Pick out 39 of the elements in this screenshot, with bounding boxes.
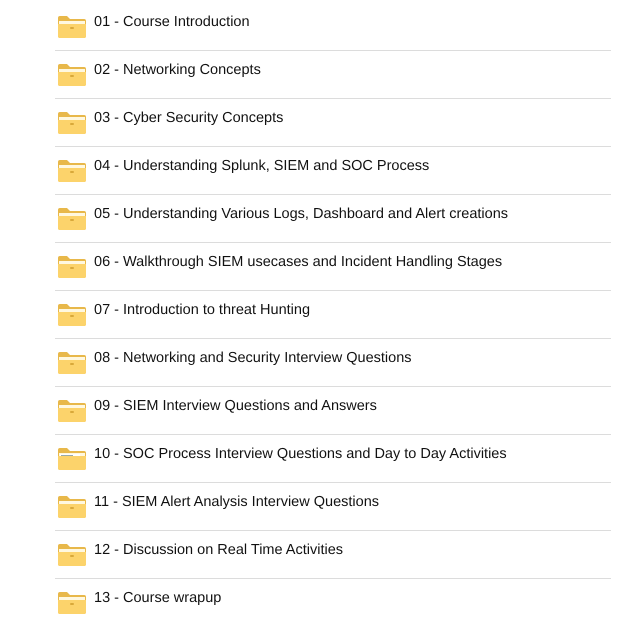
folder-icon: [57, 63, 87, 87]
folder-name: 11 - SIEM Alert Analysis Interview Questions: [94, 493, 380, 511]
folder-row[interactable]: 09 - SIEM Interview Questions and Answers: [55, 387, 611, 435]
folder-name: 02 - Networking Concepts: [94, 61, 261, 79]
folder-icon: [57, 111, 87, 135]
folder-name: 05 - Understanding Various Logs, Dashboard and Alert creations: [94, 205, 508, 223]
folder-name: 13 - Course wrapup: [94, 589, 222, 607]
folder-row[interactable]: 06 - Walkthrough SIEM usecases and Incident Handling Stages: [55, 243, 611, 291]
folder-name: 04 - Understanding Splunk, SIEM and SOC Process: [94, 157, 430, 175]
folder-row[interactable]: 05 - Understanding Various Logs, Dashboard and Alert creations: [55, 195, 611, 243]
folder-icon: [57, 15, 87, 39]
folder-icon: [57, 207, 87, 231]
folder-row[interactable]: 10 - SOC Process Interview Questions and Day to Day Activities: [55, 435, 611, 483]
folder-icon: [57, 303, 87, 327]
folder-row[interactable]: 12 - Discussion on Real Time Activities: [55, 531, 611, 579]
folder-icon: [57, 399, 87, 423]
folder-row[interactable]: 08 - Networking and Security Interview Questions: [55, 339, 611, 387]
folder-icon: [57, 543, 87, 567]
folder-name: 07 - Introduction to threat Hunting: [94, 301, 310, 319]
folder-with-documents-icon: [57, 447, 87, 471]
folder-name: 03 - Cyber Security Concepts: [94, 109, 284, 127]
folder-row[interactable]: 01 - Course Introduction: [55, 3, 611, 51]
folder-name: 09 - SIEM Interview Questions and Answers: [94, 397, 377, 415]
folder-icon: [57, 591, 87, 615]
folder-name: 06 - Walkthrough SIEM usecases and Incident Handling Stages: [94, 253, 502, 271]
folder-name: 10 - SOC Process Interview Questions and Day to Day Activities: [94, 445, 507, 463]
folder-icon: [57, 495, 87, 519]
folder-name: 01 - Course Introduction: [94, 13, 250, 31]
folder-icon: [57, 159, 87, 183]
folder-row[interactable]: 02 - Networking Concepts: [55, 51, 611, 99]
folder-row[interactable]: 11 - SIEM Alert Analysis Interview Questions: [55, 483, 611, 531]
folder-name: 08 - Networking and Security Interview Questions: [94, 349, 412, 367]
folder-row[interactable]: 13 - Course wrapup: [55, 579, 611, 627]
folder-icon: [57, 351, 87, 375]
folder-row[interactable]: 03 - Cyber Security Concepts: [55, 99, 611, 147]
folder-icon: [57, 255, 87, 279]
folder-name: 12 - Discussion on Real Time Activities: [94, 541, 344, 559]
folder-row[interactable]: 04 - Understanding Splunk, SIEM and SOC Process: [55, 147, 611, 195]
folder-row[interactable]: 07 - Introduction to threat Hunting: [55, 291, 611, 339]
